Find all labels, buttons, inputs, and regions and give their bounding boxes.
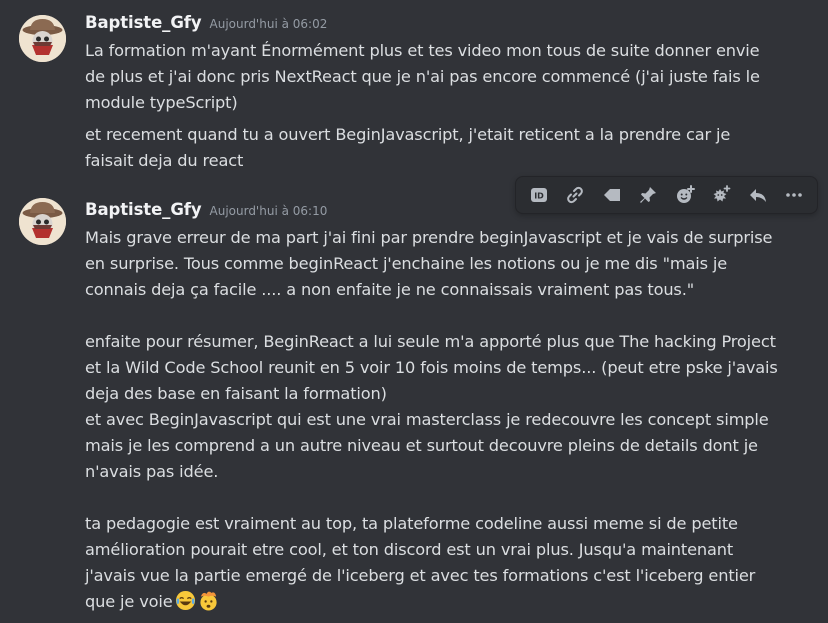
message-line: et la Wild Code School reunit en 5 voir …	[85, 358, 778, 377]
chat-log: Baptiste_Gfy Aujourd'hui à 06:02 La form…	[0, 0, 828, 623]
link-icon	[567, 186, 584, 204]
pin-button[interactable]	[633, 180, 663, 210]
message-line: La formation m'ayant Énormément plus et …	[85, 41, 760, 60]
copy-id-button[interactable]: ID	[524, 180, 554, 210]
joy-emoji-icon[interactable]	[175, 590, 196, 611]
message-line: en surprise. Tous comme beginReact j'enc…	[85, 254, 728, 273]
avatar-image	[19, 15, 66, 62]
add-super-reaction-icon	[713, 185, 731, 202]
message-action-toolbar: ID	[515, 176, 818, 214]
message-content: Mais grave erreur de ma part j'ai fini p…	[85, 225, 785, 615]
message-line: deja des base en faisant la formation)	[85, 384, 387, 403]
more-options-button[interactable]	[779, 180, 809, 210]
username[interactable]: Baptiste_Gfy	[85, 13, 202, 32]
message-line-text: que je voie	[85, 592, 173, 611]
reply-icon	[749, 189, 766, 202]
message-line: j'avais vue la partie emergé de l'iceber…	[85, 566, 756, 585]
tag-button[interactable]	[597, 180, 627, 210]
add-super-reaction-button[interactable]	[706, 180, 736, 210]
message-line: n'avais pas idée.	[85, 462, 219, 481]
message-line: mais je les comprend a un autre niveau e…	[85, 436, 758, 455]
message-line: et recement quand tu a ouvert BeginJavas…	[85, 125, 731, 144]
pin-icon	[640, 187, 657, 203]
timestamp[interactable]: Aujourd'hui à 06:10	[210, 204, 328, 218]
copy-link-button[interactable]	[560, 180, 590, 210]
id-icon: ID	[531, 188, 547, 202]
message-line: amélioration pourait etre cool, et ton d…	[85, 540, 734, 559]
timestamp[interactable]: Aujourd'hui à 06:02	[210, 17, 328, 31]
message-line: enfaite pour résumer, BeginReact a lui s…	[85, 332, 776, 351]
message-line: de plus et j'ai donc pris NextReact que …	[85, 67, 760, 86]
message-line: et avec BeginJavascript qui est une vrai…	[85, 410, 769, 429]
exploding-head-emoji-icon[interactable]	[198, 590, 219, 611]
message-line: module typeScript)	[85, 93, 238, 112]
add-reaction-icon	[676, 185, 695, 203]
message-header: Baptiste_Gfy Aujourd'hui à 06:10	[85, 200, 327, 219]
message-line: ta pedagogie est vraiment au top, ta pla…	[85, 514, 738, 533]
message-line-last: que je voie	[85, 589, 785, 615]
avatar[interactable]	[19, 198, 66, 245]
message-line: connais deja ça facile .... a non enfait…	[85, 280, 695, 299]
message-content: La formation m'ayant Énormément plus et …	[85, 38, 785, 174]
message-line: faisait deja du react	[85, 151, 244, 170]
avatar[interactable]	[19, 15, 66, 62]
username[interactable]: Baptiste_Gfy	[85, 200, 202, 219]
svg-text:ID: ID	[534, 192, 544, 201]
avatar-image	[19, 198, 66, 245]
tag-icon	[603, 189, 620, 201]
message-line: Mais grave erreur de ma part j'ai fini p…	[85, 228, 773, 247]
message-header: Baptiste_Gfy Aujourd'hui à 06:02	[85, 13, 327, 32]
reply-button[interactable]	[743, 180, 773, 210]
add-reaction-button[interactable]	[670, 180, 700, 210]
more-icon	[786, 193, 802, 197]
